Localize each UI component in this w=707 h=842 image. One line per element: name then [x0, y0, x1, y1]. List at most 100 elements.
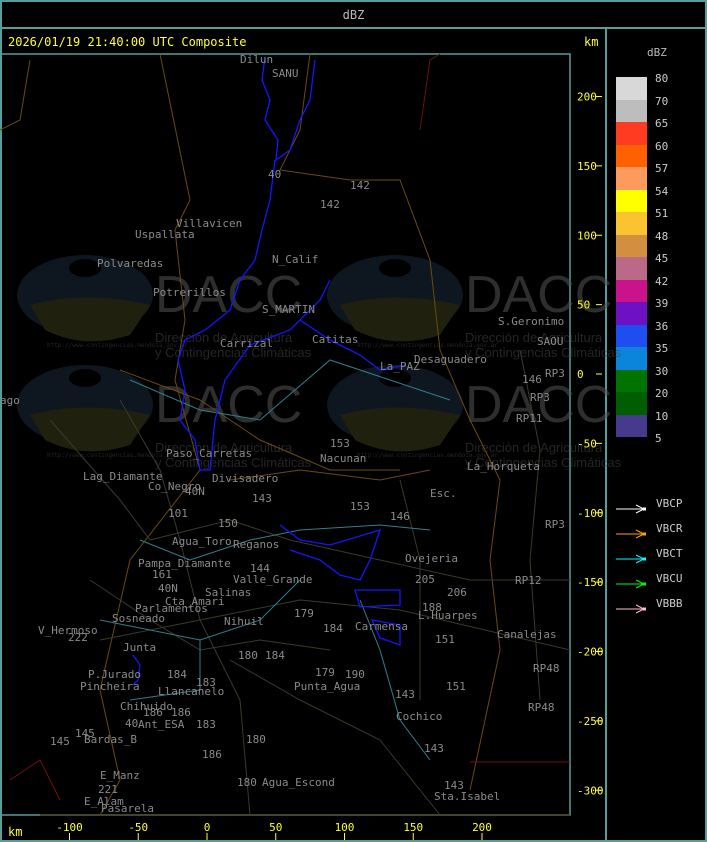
- place-label: 146: [522, 373, 542, 386]
- place-label: 143: [424, 742, 444, 755]
- place-label: RP11: [516, 412, 543, 425]
- y-tick-label: 0: [577, 368, 584, 381]
- svg-text:DACC: DACC: [155, 376, 302, 434]
- place-label: ago: [0, 394, 20, 407]
- place-label: Bardas_B: [84, 733, 137, 746]
- place-label: Pasarela: [101, 802, 154, 815]
- place-label: Potrerillos: [153, 286, 226, 299]
- place-label: Valle_Grande: [233, 573, 312, 586]
- place-label: 183: [196, 718, 216, 731]
- place-label: 179: [315, 666, 335, 679]
- place-label: 186: [202, 748, 222, 761]
- place-label: Carrizal: [220, 337, 273, 350]
- place-label: N_Calif: [272, 253, 318, 266]
- place-label: 180: [246, 733, 266, 746]
- place-label: 180: [237, 776, 257, 789]
- place-label: Agua_Escond: [262, 776, 335, 789]
- place-label: 184: [323, 622, 343, 635]
- place-label: 142: [320, 198, 340, 211]
- place-label: Dilun: [240, 53, 273, 66]
- place-label: RP12: [515, 574, 542, 587]
- place-label: Ovejeria: [405, 552, 458, 565]
- place-label: SANU: [272, 67, 299, 80]
- place-label: RP3: [545, 367, 565, 380]
- place-label: 143: [252, 492, 272, 505]
- place-label: 145: [50, 735, 70, 748]
- place-label: La_PAZ: [380, 360, 420, 373]
- place-label: Uspallata: [135, 228, 195, 241]
- place-label: 150: [218, 517, 238, 530]
- place-label: 153: [350, 500, 370, 513]
- x-tick-label: 150: [403, 821, 423, 834]
- svg-text:http://www.contingencias.mendo: http://www.contingencias.mendoza.gov.ar: [47, 342, 188, 349]
- place-label: Sta.Isabel: [434, 790, 500, 803]
- place-label: RP48: [528, 701, 555, 714]
- place-label: Reganos: [233, 538, 279, 551]
- place-label: 161: [152, 568, 172, 581]
- place-label: 151: [435, 633, 455, 646]
- place-label: Punta_Agua: [294, 680, 360, 693]
- place-label: Ant_ESA: [138, 718, 185, 731]
- place-label: Esc.: [430, 487, 457, 500]
- place-label: 222: [68, 631, 88, 644]
- place-label: 206: [447, 586, 467, 599]
- svg-text:http://www.contingencias.mendo: http://www.contingencias.mendoza.gov.ar: [357, 342, 498, 349]
- y-tick-label: 50: [577, 299, 590, 312]
- place-label: S.Geronimo: [498, 315, 564, 328]
- place-label: SAOU: [537, 335, 564, 348]
- place-label: 40: [125, 717, 138, 730]
- y-tick-label: -50: [577, 437, 597, 450]
- place-label: Agua_Toro: [172, 535, 232, 548]
- place-label: Canalejas: [497, 628, 557, 641]
- place-label: 184: [167, 668, 187, 681]
- place-label: 40: [268, 168, 281, 181]
- place-label: Polvaredas: [97, 257, 163, 270]
- place-label: 205: [415, 573, 435, 586]
- boundary-line: [419, 53, 441, 131]
- y-tick-label: 150: [577, 160, 597, 173]
- boundary-line: [9, 759, 61, 801]
- place-label: 153: [330, 437, 350, 450]
- place-label: 188: [422, 601, 442, 614]
- place-label: 184: [265, 649, 285, 662]
- place-label: 142: [350, 179, 370, 192]
- boundary-line: [0, 59, 31, 131]
- place-label: 40N: [158, 582, 178, 595]
- y-tick-label: 200: [577, 91, 597, 104]
- place-label: RP3: [545, 518, 565, 531]
- place-label: 40N: [185, 485, 205, 498]
- place-label: 146: [390, 510, 410, 523]
- radar-map[interactable]: DACCDirección de Agriculturay Contingenc…: [0, 0, 707, 842]
- y-tick-label: 100: [577, 229, 597, 242]
- place-label: Desaguadero: [414, 353, 487, 366]
- x-tick-label: -100: [56, 821, 83, 834]
- place-label: Carmensa: [355, 620, 408, 633]
- place-label: Catitas: [312, 333, 358, 346]
- place-label: 180: [238, 649, 258, 662]
- x-tick-label: 50: [269, 821, 282, 834]
- dacc-watermark: DACCDirección de Agriculturay Contingenc…: [17, 365, 312, 470]
- place-label: Cochico: [396, 710, 442, 723]
- svg-text:http://www.contingencias.mendo: http://www.contingencias.mendoza.gov.ar: [357, 452, 498, 459]
- place-label: E_Manz: [100, 769, 140, 782]
- place-label: Nihuil: [224, 615, 264, 628]
- place-label: Junta: [123, 641, 156, 654]
- place-label: La_Horqueta: [467, 460, 540, 473]
- place-label: RP3: [530, 391, 550, 404]
- place-label: Nacunan: [320, 452, 366, 465]
- place-label: Paso_Carretas: [166, 447, 252, 460]
- x-tick-label: 200: [472, 821, 492, 834]
- place-label: 179: [294, 607, 314, 620]
- place-label: 151: [446, 680, 466, 693]
- place-label: S_MARTIN: [262, 303, 315, 316]
- radar-echo-contour: [279, 524, 382, 581]
- x-tick-label: 0: [204, 821, 211, 834]
- place-label: Pincheira: [80, 680, 140, 693]
- place-label: 101: [168, 507, 188, 520]
- x-tick-label: 100: [335, 821, 355, 834]
- place-label: Sosneado: [112, 612, 165, 625]
- place-label: Divisadero: [212, 472, 278, 485]
- place-label: RP48: [533, 662, 560, 675]
- place-label: 183: [196, 676, 216, 689]
- x-tick-label: -50: [128, 821, 148, 834]
